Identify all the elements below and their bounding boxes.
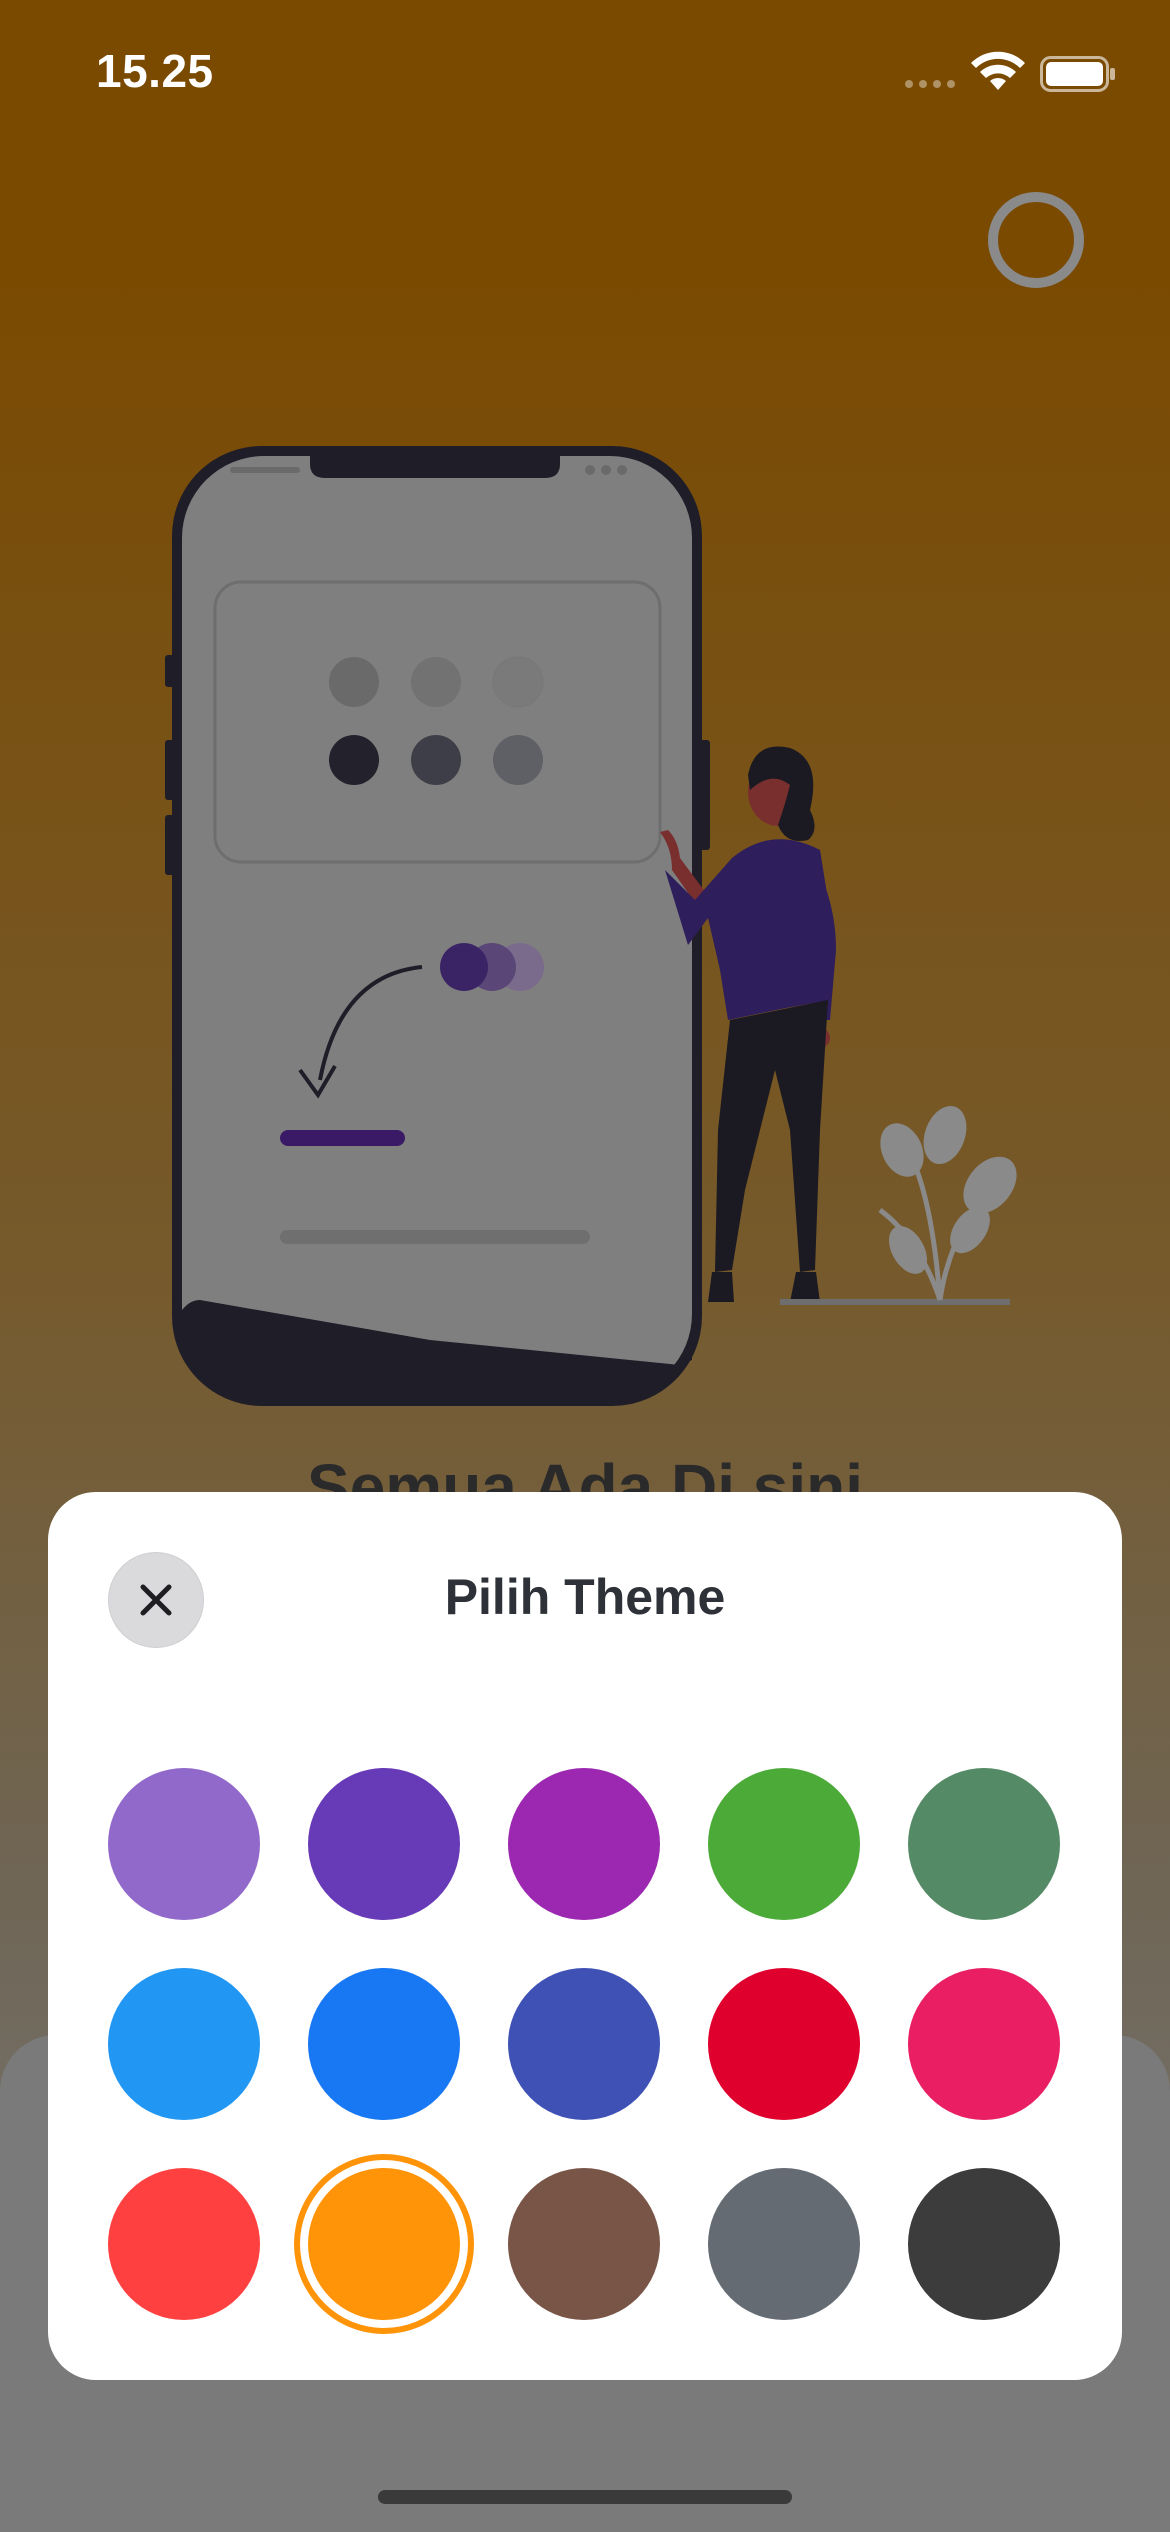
theme-swatch-10[interactable] [908,1968,1060,2120]
battery-icon [1040,56,1115,92]
theme-swatch-8[interactable] [508,1968,660,2120]
status-bar: 15.25 [0,0,1170,150]
theme-swatch-2[interactable] [308,1768,460,1920]
phone-with-woman-illustration [165,446,1017,1406]
home-indicator [378,2490,792,2504]
theme-picker-modal: Pilih Theme [48,1492,1122,2380]
loading-indicator [988,192,1084,288]
theme-swatch-5[interactable] [908,1768,1060,1920]
status-time: 15.25 [96,45,214,97]
theme-swatch-13[interactable] [508,2168,660,2320]
theme-swatch-6[interactable] [108,1968,260,2120]
theme-swatch-1[interactable] [108,1768,260,1920]
theme-swatch-4[interactable] [708,1768,860,1920]
theme-swatch-15[interactable] [908,2168,1060,2320]
theme-swatch-grid [48,1492,1122,2380]
wifi-icon [971,51,1025,90]
theme-swatch-11[interactable] [108,2168,260,2320]
theme-swatch-9[interactable] [708,1968,860,2120]
theme-swatch-3[interactable] [508,1768,660,1920]
theme-swatch-7[interactable] [308,1968,460,2120]
theme-swatch-14[interactable] [708,2168,860,2320]
theme-swatch-12[interactable] [308,2168,460,2320]
signal-icon [905,80,955,88]
